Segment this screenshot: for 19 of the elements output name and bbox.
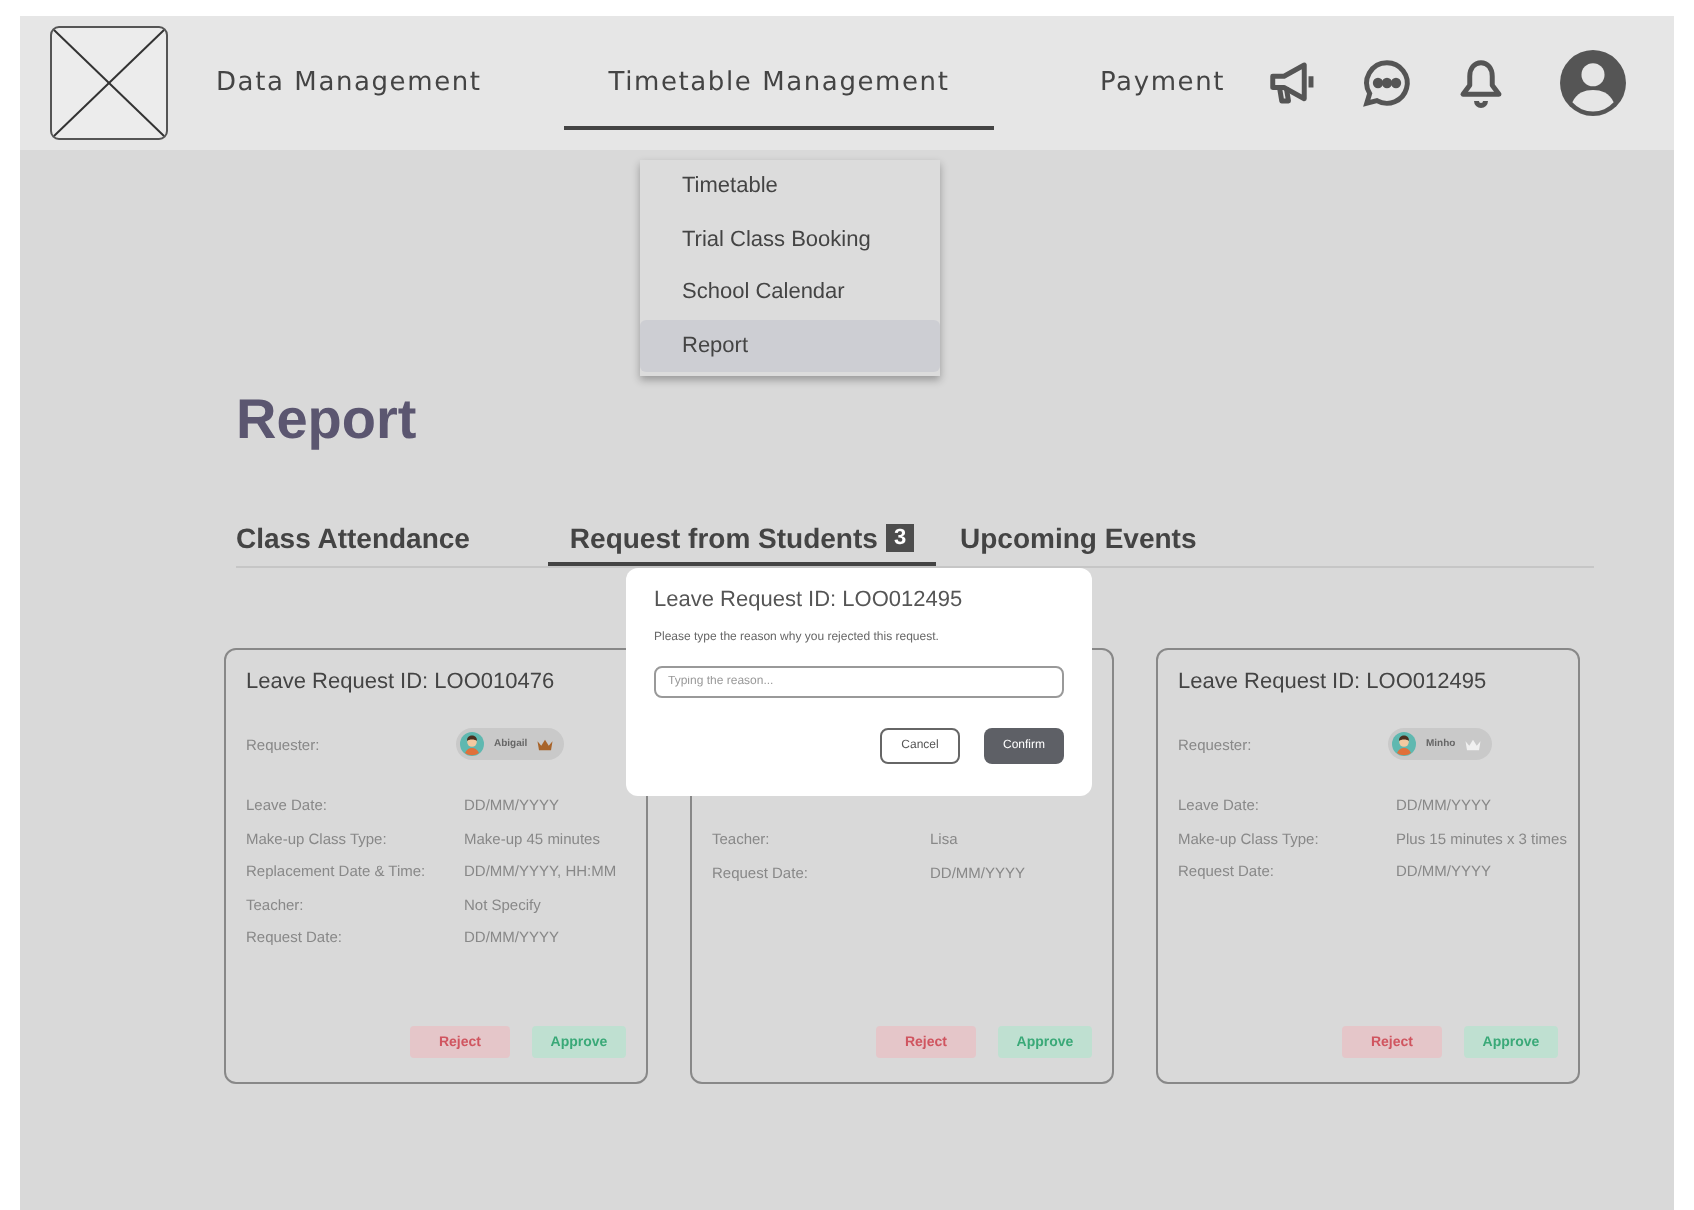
menu-item[interactable]: Report [640,319,940,372]
page-title: Report [236,386,419,454]
avatar-icon [1392,732,1416,756]
avatar-icon [460,732,484,756]
card-title: Leave Request ID: LOO012495 [1178,670,1487,694]
dialog-title: Leave Request ID: LOO012495 [654,588,965,612]
menu-item[interactable]: Trial Class Booking [640,213,940,266]
logo-placeholder-icon [50,26,168,140]
user-avatar-icon[interactable] [1559,50,1626,116]
nav-tab[interactable]: Timetable Management [564,41,994,129]
nav-tab[interactable]: Data Management [216,41,484,129]
chat-icon[interactable] [1359,56,1414,110]
tab[interactable]: Upcoming Events [960,514,1197,566]
count-badge: 3 [885,524,915,552]
menu-item[interactable]: Timetable [640,160,940,213]
menu-item[interactable]: School Calendar [640,266,940,319]
tab[interactable]: Class Attendance [236,514,476,566]
nav-tab[interactable]: Payment [1100,41,1226,129]
card-title: Leave Request ID: LOO010476 [246,670,555,694]
